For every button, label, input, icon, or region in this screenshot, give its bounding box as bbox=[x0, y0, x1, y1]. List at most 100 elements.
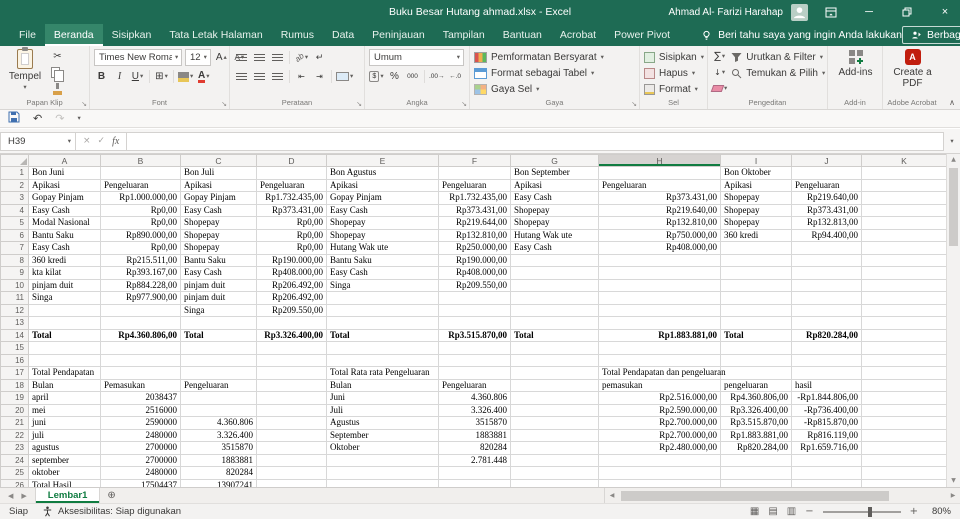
clear-button[interactable]: ▾ bbox=[710, 81, 727, 96]
align-top-button[interactable] bbox=[234, 50, 249, 65]
row-header-5[interactable]: 5 bbox=[0, 216, 29, 230]
cell-A25[interactable]: oktober bbox=[28, 466, 101, 480]
cell-I5[interactable]: Shopepay bbox=[720, 216, 792, 230]
close-button[interactable]: × bbox=[930, 0, 960, 24]
cell-B1[interactable] bbox=[100, 166, 181, 180]
cell-K9[interactable] bbox=[861, 266, 946, 280]
tellme-box[interactable]: Beri tahu saya yang ingin Anda lakukan bbox=[701, 24, 902, 46]
cell-K21[interactable] bbox=[861, 416, 946, 430]
cell-A15[interactable] bbox=[28, 341, 101, 355]
horizontal-scroll-track[interactable] bbox=[619, 490, 946, 501]
cell-J4[interactable]: Rp373.431,00 bbox=[791, 203, 862, 217]
cell-C23[interactable]: 3515870 bbox=[180, 441, 257, 455]
cell-styles-button[interactable]: Gaya Sel ▾ bbox=[474, 81, 636, 97]
cell-K14[interactable] bbox=[861, 328, 946, 342]
font-size-select[interactable]: 12 ▾ bbox=[185, 49, 211, 66]
tab-tampilan[interactable]: Tampilan bbox=[434, 24, 494, 46]
cell-I9[interactable] bbox=[720, 266, 792, 280]
cell-E21[interactable]: Agustus bbox=[326, 416, 439, 430]
cell-D3[interactable]: Rp1.732.435,00 bbox=[256, 191, 327, 205]
accessibility-status[interactable]: Aksesibilitas: Siap digunakan bbox=[42, 506, 181, 517]
cell-F4[interactable]: Rp373.431,00 bbox=[438, 203, 511, 217]
cell-G3[interactable]: Easy Cash bbox=[510, 191, 599, 205]
cell-F5[interactable]: Rp219.644,00 bbox=[438, 216, 511, 230]
font-name-select[interactable]: Times New Roman ▾ bbox=[94, 49, 182, 66]
cell-C3[interactable]: Gopay Pinjam bbox=[180, 191, 257, 205]
cell-K23[interactable] bbox=[861, 441, 946, 455]
row-header-3[interactable]: 3 bbox=[0, 191, 29, 205]
cell-K24[interactable] bbox=[861, 453, 946, 467]
cell-A24[interactable]: september bbox=[28, 453, 101, 467]
cell-K6[interactable] bbox=[861, 228, 946, 242]
copy-button[interactable]: ▾ bbox=[50, 65, 65, 82]
cell-C18[interactable]: Pengeluaran bbox=[180, 378, 257, 392]
italic-button[interactable]: I bbox=[112, 69, 127, 84]
row-header-25[interactable]: 25 bbox=[0, 466, 29, 480]
zoom-in-button[interactable]: + bbox=[910, 506, 918, 517]
cell-F15[interactable] bbox=[438, 341, 511, 355]
cell-J25[interactable] bbox=[791, 466, 862, 480]
increase-font-size-button[interactable]: A ▴ bbox=[214, 50, 229, 65]
borders-button[interactable]: ⊞ ▾ bbox=[154, 69, 169, 84]
cell-J17[interactable] bbox=[791, 366, 862, 380]
cell-K3[interactable] bbox=[861, 191, 946, 205]
wrap-text-button[interactable]: ↵ bbox=[312, 50, 327, 65]
conditional-formatting-button[interactable]: Pemformatan Bersyarat ▾ bbox=[474, 49, 636, 65]
save-button[interactable] bbox=[8, 111, 20, 126]
cell-I2[interactable]: Apikasi bbox=[720, 178, 792, 192]
cell-C9[interactable]: Easy Cash bbox=[180, 266, 257, 280]
cell-I19[interactable]: Rp4.360.806,00 bbox=[720, 391, 792, 405]
align-left-button[interactable] bbox=[234, 69, 249, 84]
cell-F14[interactable]: Rp3.515.870,00 bbox=[438, 328, 511, 342]
cell-K11[interactable] bbox=[861, 291, 946, 305]
cell-B6[interactable]: Rp890.000,00 bbox=[100, 228, 181, 242]
row-header-7[interactable]: 7 bbox=[0, 241, 29, 255]
cell-E2[interactable]: Apikasi bbox=[326, 178, 439, 192]
cell-I12[interactable] bbox=[720, 303, 792, 317]
row-header-8[interactable]: 8 bbox=[0, 253, 29, 267]
cell-D17[interactable] bbox=[256, 366, 327, 380]
decrease-indent-button[interactable]: ⇤ bbox=[294, 69, 309, 84]
cell-K16[interactable] bbox=[861, 353, 946, 367]
cell-A13[interactable] bbox=[28, 316, 101, 330]
cell-G26[interactable] bbox=[510, 478, 599, 487]
cell-J16[interactable] bbox=[791, 353, 862, 367]
cell-D26[interactable] bbox=[256, 478, 327, 487]
row-header-6[interactable]: 6 bbox=[0, 228, 29, 242]
cell-D19[interactable] bbox=[256, 391, 327, 405]
cell-E22[interactable]: September bbox=[326, 428, 439, 442]
cell-F20[interactable]: 3.326.400 bbox=[438, 403, 511, 417]
cell-B11[interactable]: Rp977.900,00 bbox=[100, 291, 181, 305]
cell-C19[interactable] bbox=[180, 391, 257, 405]
cell-D11[interactable]: Rp206.492,00 bbox=[256, 291, 327, 305]
cell-D16[interactable] bbox=[256, 353, 327, 367]
cell-K17[interactable] bbox=[861, 366, 946, 380]
cell-K19[interactable] bbox=[861, 391, 946, 405]
vertical-scrollbar[interactable]: ▲ ▼ bbox=[946, 154, 960, 487]
cell-E15[interactable] bbox=[326, 341, 439, 355]
cell-G8[interactable] bbox=[510, 253, 599, 267]
cell-K22[interactable] bbox=[861, 428, 946, 442]
font-dialog-launcher[interactable]: ↘ bbox=[221, 100, 227, 108]
cell-K13[interactable] bbox=[861, 316, 946, 330]
cell-C5[interactable]: Shopepay bbox=[180, 216, 257, 230]
cell-F9[interactable]: Rp408.000,00 bbox=[438, 266, 511, 280]
cell-G2[interactable]: Apikasi bbox=[510, 178, 599, 192]
scroll-right-icon[interactable]: ▶ bbox=[948, 492, 958, 499]
cell-H22[interactable]: Rp2.700.000,00 bbox=[598, 428, 721, 442]
cell-A18[interactable]: Bulan bbox=[28, 378, 101, 392]
account-name[interactable]: Ahmad Al- Farizi Harahap bbox=[669, 7, 784, 18]
row-header-23[interactable]: 23 bbox=[0, 441, 29, 455]
cell-A20[interactable]: mei bbox=[28, 403, 101, 417]
cell-E3[interactable]: Gopay Pinjam bbox=[326, 191, 439, 205]
font-color-button[interactable]: A ▾ bbox=[196, 69, 211, 84]
increase-decimal-button[interactable]: .00→ bbox=[429, 69, 445, 84]
cell-B23[interactable]: 2700000 bbox=[100, 441, 181, 455]
cell-A9[interactable]: kta kilat bbox=[28, 266, 101, 280]
cell-H21[interactable]: Rp2.700.000,00 bbox=[598, 416, 721, 430]
cell-G14[interactable]: Total bbox=[510, 328, 599, 342]
cell-F22[interactable]: 1883881 bbox=[438, 428, 511, 442]
cell-J6[interactable]: Rp94.400,00 bbox=[791, 228, 862, 242]
cell-E4[interactable]: Easy Cash bbox=[326, 203, 439, 217]
cell-C12[interactable]: Singa bbox=[180, 303, 257, 317]
